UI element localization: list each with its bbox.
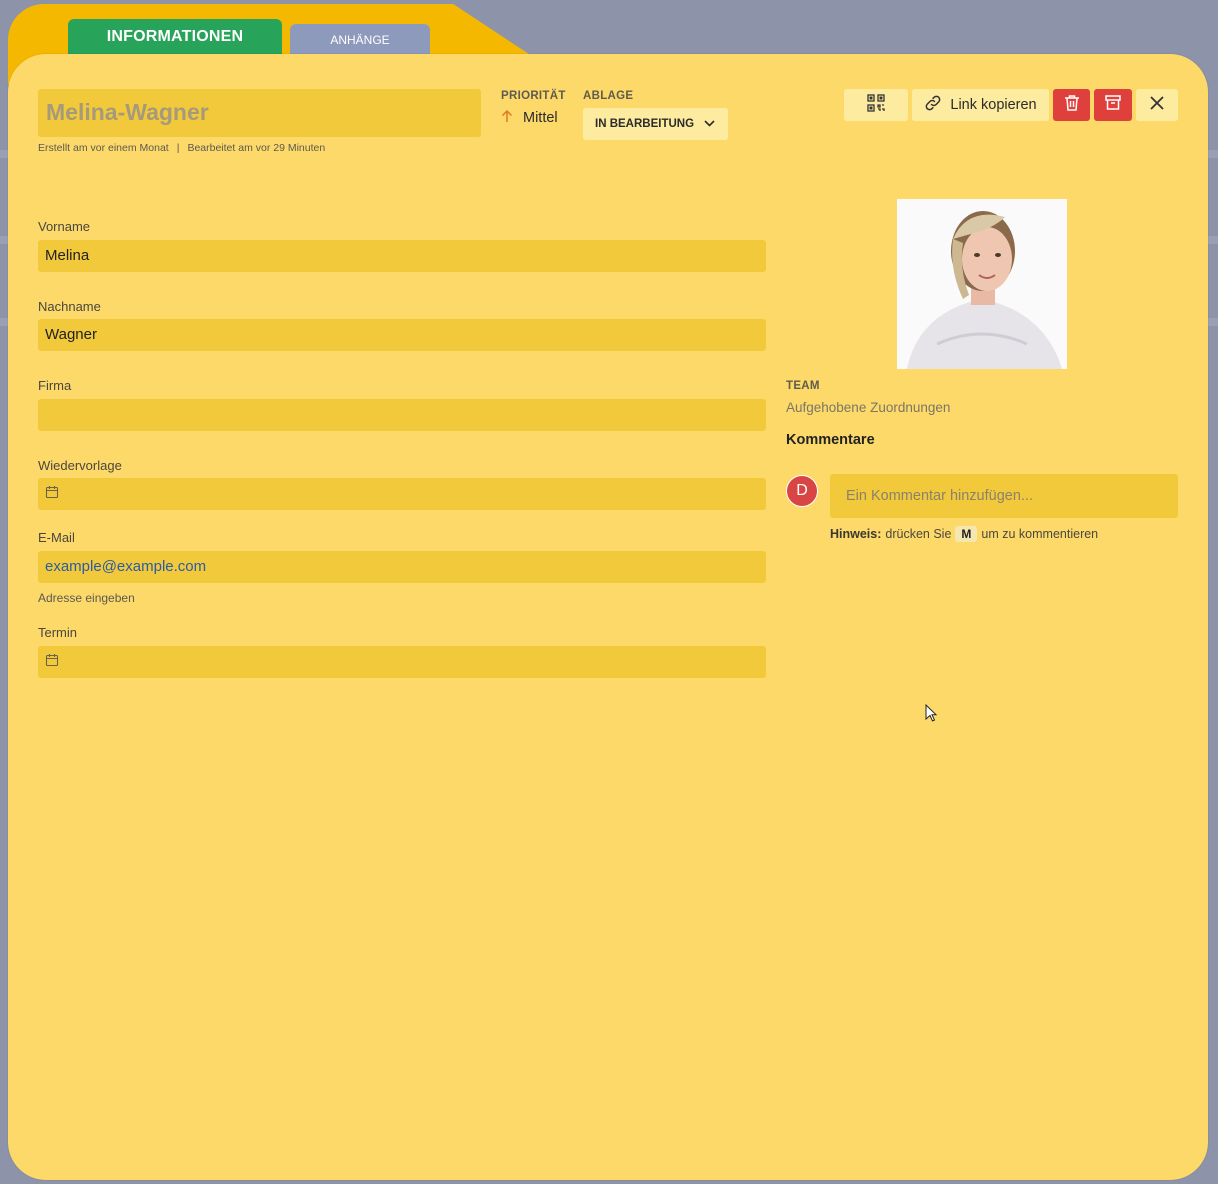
priority-text: Mittel bbox=[523, 110, 558, 126]
arrow-up-icon bbox=[501, 109, 513, 126]
archive-icon bbox=[1105, 95, 1121, 115]
email-field[interactable]: example@example.com bbox=[38, 551, 766, 583]
calendar-icon bbox=[45, 485, 59, 503]
copy-link-button[interactable]: Link kopieren bbox=[912, 89, 1049, 121]
delete-button[interactable] bbox=[1053, 89, 1090, 121]
chevron-down-icon bbox=[704, 118, 715, 130]
shortcut-key: M bbox=[955, 526, 978, 542]
comment-input[interactable] bbox=[830, 474, 1178, 518]
tab-informationen[interactable]: INFORMATIONEN bbox=[68, 19, 282, 55]
qr-code-icon bbox=[867, 93, 885, 117]
hint-post: um zu kommentieren bbox=[981, 527, 1099, 541]
trash-icon bbox=[1064, 94, 1080, 117]
comments-title: Kommentare bbox=[786, 432, 875, 448]
calendar-icon bbox=[45, 653, 59, 671]
nachname-label: Nachname bbox=[38, 299, 101, 314]
wiedervorlage-label: Wiedervorlage bbox=[38, 458, 122, 473]
priority-value[interactable]: Mittel bbox=[501, 109, 566, 126]
record-card: Melina-Wagner Erstellt am vor einem Mona… bbox=[8, 54, 1208, 1180]
archive-button[interactable] bbox=[1094, 89, 1132, 121]
ablage-label: ABLAGE bbox=[583, 90, 634, 102]
email-label: E-Mail bbox=[38, 530, 75, 545]
priority-label: PRIORITÄT bbox=[501, 90, 566, 102]
vorname-field[interactable]: Melina bbox=[38, 240, 766, 272]
close-button[interactable] bbox=[1136, 89, 1178, 121]
status-value: IN BEARBEITUNG bbox=[595, 118, 695, 130]
edited-text: Bearbeitet am vor 29 Minuten bbox=[187, 142, 326, 154]
comment-hint: Hinweis: drücken Sie M um zu kommentiere… bbox=[830, 526, 1098, 542]
meta-separator: | bbox=[176, 142, 180, 154]
tab-anhaenge[interactable]: ANHÄNGE bbox=[290, 24, 430, 55]
termin-date-field[interactable] bbox=[38, 646, 766, 678]
record-meta: Erstellt am vor einem Monat | Bearbeitet a… bbox=[38, 142, 325, 154]
email-hint: Adresse eingeben bbox=[38, 591, 135, 605]
hint-bold: Hinweis: bbox=[830, 527, 882, 541]
team-value: Aufgehobene Zuordnungen bbox=[786, 400, 951, 415]
hint-pre: drücken Sie bbox=[885, 527, 952, 541]
nachname-field[interactable]: Wagner bbox=[38, 319, 766, 351]
priority-section: PRIORITÄT Mittel bbox=[501, 90, 566, 126]
created-text: Erstellt am vor einem Monat bbox=[38, 142, 169, 154]
termin-label: Termin bbox=[38, 625, 78, 640]
qr-code-button[interactable] bbox=[844, 89, 908, 121]
status-dropdown[interactable]: IN BEARBEITUNG bbox=[583, 108, 728, 140]
record-title[interactable]: Melina-Wagner bbox=[38, 89, 481, 137]
avatar: D bbox=[786, 475, 818, 507]
wiedervorlage-date-field[interactable] bbox=[38, 478, 766, 510]
contact-photo[interactable] bbox=[897, 199, 1067, 369]
mouse-cursor-icon bbox=[925, 703, 938, 727]
firma-field[interactable] bbox=[38, 399, 766, 431]
ablage-section: ABLAGE IN BEARBEITUNG bbox=[583, 90, 728, 140]
firma-label: Firma bbox=[38, 378, 72, 393]
close-icon bbox=[1149, 95, 1165, 116]
team-label: TEAM bbox=[786, 380, 820, 392]
vorname-label: Vorname bbox=[38, 219, 91, 234]
link-icon bbox=[924, 94, 942, 116]
copy-link-label: Link kopieren bbox=[950, 97, 1037, 113]
